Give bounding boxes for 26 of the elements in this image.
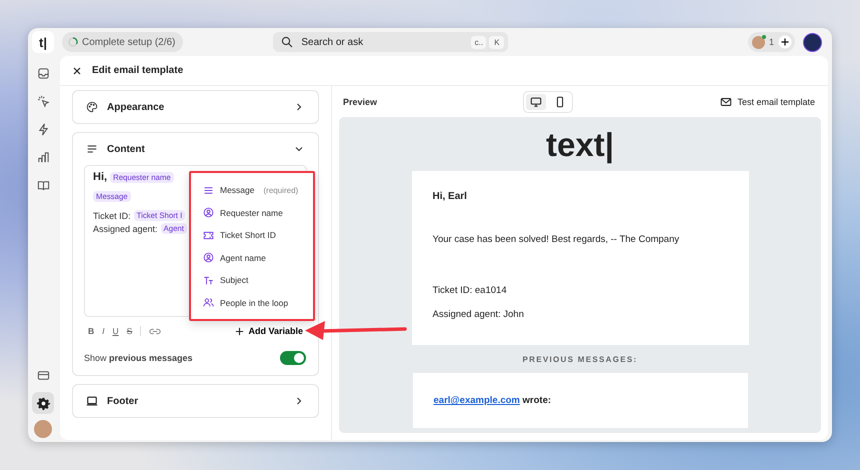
- quoted-header: earl@example.com wrote:: [434, 395, 552, 406]
- menu-item-label: Requester name: [220, 208, 283, 218]
- menu-item-label: Ticket Short ID: [220, 230, 276, 240]
- brand-logo: text|: [546, 127, 614, 164]
- email-body: Your case has been solved! Best regards, -- The Company: [432, 234, 680, 246]
- shortcut-key: c..: [471, 36, 486, 48]
- email-line: Assigned agent: John: [432, 309, 525, 320]
- email-greeting: Hi, Earl: [432, 191, 468, 202]
- greeting-text: Hi,: [93, 171, 108, 183]
- menu-item-label: Subject: [220, 275, 248, 286]
- menu-item-note: (required): [264, 186, 298, 195]
- menu-item-label: Agent name: [220, 252, 266, 263]
- menu-item-label: Message: [220, 185, 254, 196]
- shortcut-key: K: [489, 36, 504, 48]
- panel-title: Edit email template: [92, 65, 184, 76]
- menu-item-label: People in the loop: [220, 298, 288, 308]
- section-title: Footer: [107, 396, 140, 406]
- previous-messages-heading: PREVIOUS MESSAGES:: [522, 355, 638, 364]
- section-title: Appearance: [107, 102, 166, 112]
- toggle-label: Show previous messages: [84, 353, 193, 363]
- editor-text: Ticket ID:: [93, 210, 131, 220]
- editor-text: Assigned agent:: [93, 224, 158, 234]
- preview-label: Preview: [343, 96, 378, 106]
- collaborator-count: 1: [768, 37, 774, 47]
- email-line: Ticket ID: ea1014: [432, 285, 508, 296]
- section-title: Content: [107, 144, 146, 154]
